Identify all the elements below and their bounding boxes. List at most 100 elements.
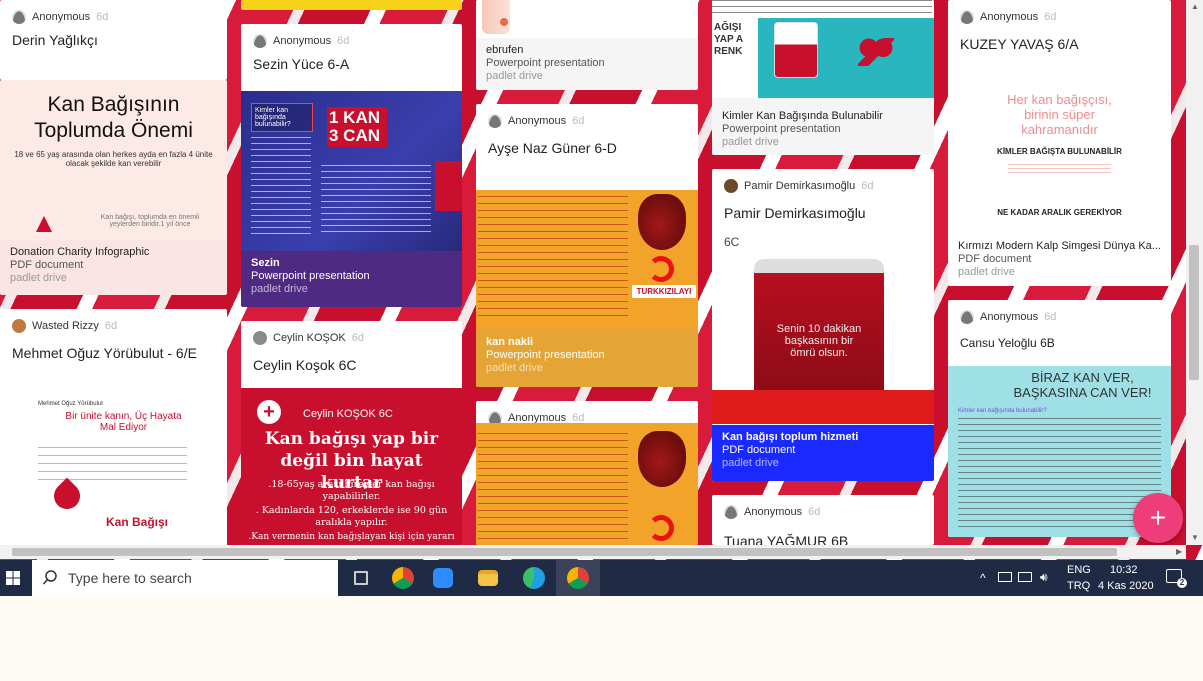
post-author: Anonymous: [32, 11, 91, 23]
attachment-title: Sezin: [251, 257, 280, 269]
windows-start-icon[interactable]: [6, 571, 20, 585]
display-icon[interactable]: [1018, 572, 1032, 582]
chrome-icon[interactable]: [392, 567, 414, 589]
post-card[interactable]: Anonymous 6d: [476, 401, 698, 545]
brand-label: TURKKIZILAYI: [632, 285, 696, 298]
post-age: 6d: [351, 332, 364, 344]
post-card[interactable]: Anonymous 6d Derin Yağlıkçı: [0, 0, 227, 80]
image-logo: 1 KAN 3 CAN: [327, 107, 387, 147]
taskbar-search[interactable]: Type here to search: [32, 560, 338, 596]
post-card[interactable]: Anonymous 6d KUZEY YAVAŞ 6/A Her kan bağı…: [948, 0, 1171, 286]
post-image: [476, 423, 698, 545]
image-author: Ceylin KOŞOK 6C: [303, 408, 393, 420]
post-card[interactable]: Pamir Demirkasımoğlu 6d Pamir Demirkasımo…: [712, 169, 934, 481]
language-indicator-sub[interactable]: TRQ: [1067, 580, 1090, 592]
clock-time[interactable]: 10:32: [1110, 564, 1138, 576]
image-faint-lines: [1008, 164, 1111, 174]
search-placeholder: Type here to search: [68, 570, 192, 586]
plus-icon: +: [257, 400, 281, 424]
screen: Anonymous 6d Derin Yağlıkçı Kan Bağışının…: [0, 0, 1203, 681]
network-icon[interactable]: [998, 572, 1012, 582]
image-footer: Kan Bağışı: [106, 515, 169, 529]
image-heading: Bir ünite kanın, Üç Hayata Mal Ediyor: [65, 411, 182, 433]
attachment-type: Powerpoint presentation: [722, 123, 841, 135]
tray-chevron-icon[interactable]: ^: [980, 571, 986, 585]
attachment-info[interactable]: Kimler Kan Bağışında Bulunabilir Powerpo…: [712, 104, 934, 155]
post-card[interactable]: AĞIŞI YAP A RENK Kimler Kan Bağışında Bu…: [712, 0, 934, 155]
horizontal-scrollbar-thumb[interactable]: [12, 548, 1117, 556]
attachment-info[interactable]: Sezin Powerpoint presentation padlet dri…: [241, 251, 462, 307]
vertical-scrollbar-thumb[interactable]: [1189, 245, 1199, 380]
blood-drop-icon: [48, 477, 86, 515]
post-card[interactable]: ebrufen Powerpoint presentation padlet d…: [476, 0, 698, 90]
warning-icon: [36, 216, 52, 232]
post-card[interactable]: Kan Bağışının Toplumda Önemi 18 ve 65 ya…: [0, 80, 227, 295]
image-title: Kan Bağışının Toplumda Önemi: [34, 93, 193, 142]
scroll-down-arrow-icon[interactable]: ▼: [1191, 533, 1199, 542]
post-image: AĞIŞI YAP A RENK: [712, 0, 934, 98]
attachment-type: Powerpoint presentation: [486, 349, 605, 361]
file-explorer-icon[interactable]: [478, 570, 498, 586]
post-card[interactable]: Ceylin KOŞOK 6d Ceylin Koşok 6C + Ceylin …: [241, 321, 462, 545]
attachment-info[interactable]: Kırmızı Modern Kalp Simgesi Dünya Ka... …: [948, 234, 1171, 285]
post-card[interactable]: Anonymous 6d Sezin Yüce 6-A 1 KAN 3 CAN K…: [241, 24, 462, 307]
post-title: Ayşe Naz Güner 6-D: [488, 140, 617, 156]
image-author: Mehmet Oğuz Yörübulut: [38, 401, 103, 407]
image-line: .18-65yaş arası bireyler kan bağışı yapa…: [268, 479, 435, 502]
scroll-up-arrow-icon[interactable]: ▲: [1191, 2, 1199, 11]
clock-date[interactable]: 4 Kas 2020: [1098, 580, 1154, 592]
notification-count: 2: [1177, 578, 1187, 588]
image-text-block: [321, 165, 431, 235]
avatar: [960, 310, 974, 324]
image-text-lines: [712, 0, 932, 18]
add-post-button[interactable]: +: [1133, 493, 1183, 543]
heart-graphic: [638, 431, 686, 487]
attachment-source: padlet drive: [486, 70, 543, 82]
attachment-info[interactable]: Kan bağışı toplum hizmeti PDF document p…: [712, 425, 934, 481]
post-image: Her kan bağışçısı, birinin süper kahrama…: [948, 62, 1171, 234]
scroll-right-arrow-icon[interactable]: ▶: [1176, 547, 1182, 556]
avatar: [253, 331, 267, 345]
avatar: [724, 505, 738, 519]
search-icon: [42, 570, 57, 585]
image-line: .Kan vermenin kan bağışlayan kişi için y…: [248, 532, 455, 542]
post-author: Anonymous: [273, 35, 332, 47]
attachment-title: Kimler Kan Bağışında Bulunabilir: [722, 110, 883, 122]
language-indicator[interactable]: ENG: [1067, 564, 1091, 576]
image-question: Kimler kan bağışında bulunabilir?: [958, 408, 1047, 414]
image-subheading: KİMLER BAĞIŞTA BULUNABİLİR: [997, 147, 1122, 156]
chrome-icon[interactable]: [567, 567, 589, 589]
attachment-type: PDF document: [722, 444, 796, 456]
image-heading: Her kan bağışçısı, birinin süper kahrama…: [1007, 92, 1112, 137]
volume-icon[interactable]: 🔊︎: [1040, 570, 1048, 585]
post-title: Cansu Yeloğlu 6B: [960, 336, 1055, 350]
image-lines: [38, 447, 187, 481]
edge-icon[interactable]: [523, 567, 545, 589]
post-card[interactable]: Anonymous 6d Tuana YAĞMUR 6B: [712, 495, 934, 545]
attachment-title: kan nakli: [486, 336, 534, 348]
post-card-partial[interactable]: [241, 0, 462, 10]
image-heading: BİRAZ KAN VER, BAŞKASINA CAN VER!: [1013, 370, 1152, 400]
zoom-icon[interactable]: [433, 568, 453, 588]
attachment-source: padlet drive: [958, 266, 1015, 278]
attachment-info[interactable]: kan nakli Powerpoint presentation padlet…: [476, 330, 698, 387]
post-title: Tuana YAĞMUR 6B: [724, 533, 849, 545]
post-author: Anonymous: [744, 506, 803, 518]
heart-icon: [858, 38, 894, 66]
attachment-info[interactable]: ebrufen Powerpoint presentation padlet d…: [476, 38, 698, 89]
post-author: Wasted Rizzy: [32, 320, 99, 332]
post-age: 6d: [572, 115, 585, 127]
task-view-icon[interactable]: [354, 571, 368, 585]
post-title: Mehmet Oğuz Yörübulut - 6/E: [12, 345, 197, 361]
attachment-info[interactable]: Donation Charity Infographic PDF documen…: [0, 240, 227, 291]
attachment-source: padlet drive: [722, 457, 779, 469]
crescent-icon: [648, 256, 674, 282]
image-text-block: [478, 433, 628, 539]
blood-bag-graphic: [774, 22, 818, 78]
image-caption: Kan bağışı, toplumda en önemli yeylerden…: [100, 214, 200, 228]
post-card[interactable]: Anonymous 6d Ayşe Naz Güner 6-D TURKKIZIL…: [476, 104, 698, 387]
attachment-title: Kan bağışı toplum hizmeti: [722, 431, 859, 443]
pill-graphic: [500, 18, 508, 26]
post-author: Pamir Demirkasımoğlu: [744, 180, 856, 192]
post-card[interactable]: Wasted Rizzy 6d Mehmet Oğuz Yörübulut - 6…: [0, 309, 227, 549]
